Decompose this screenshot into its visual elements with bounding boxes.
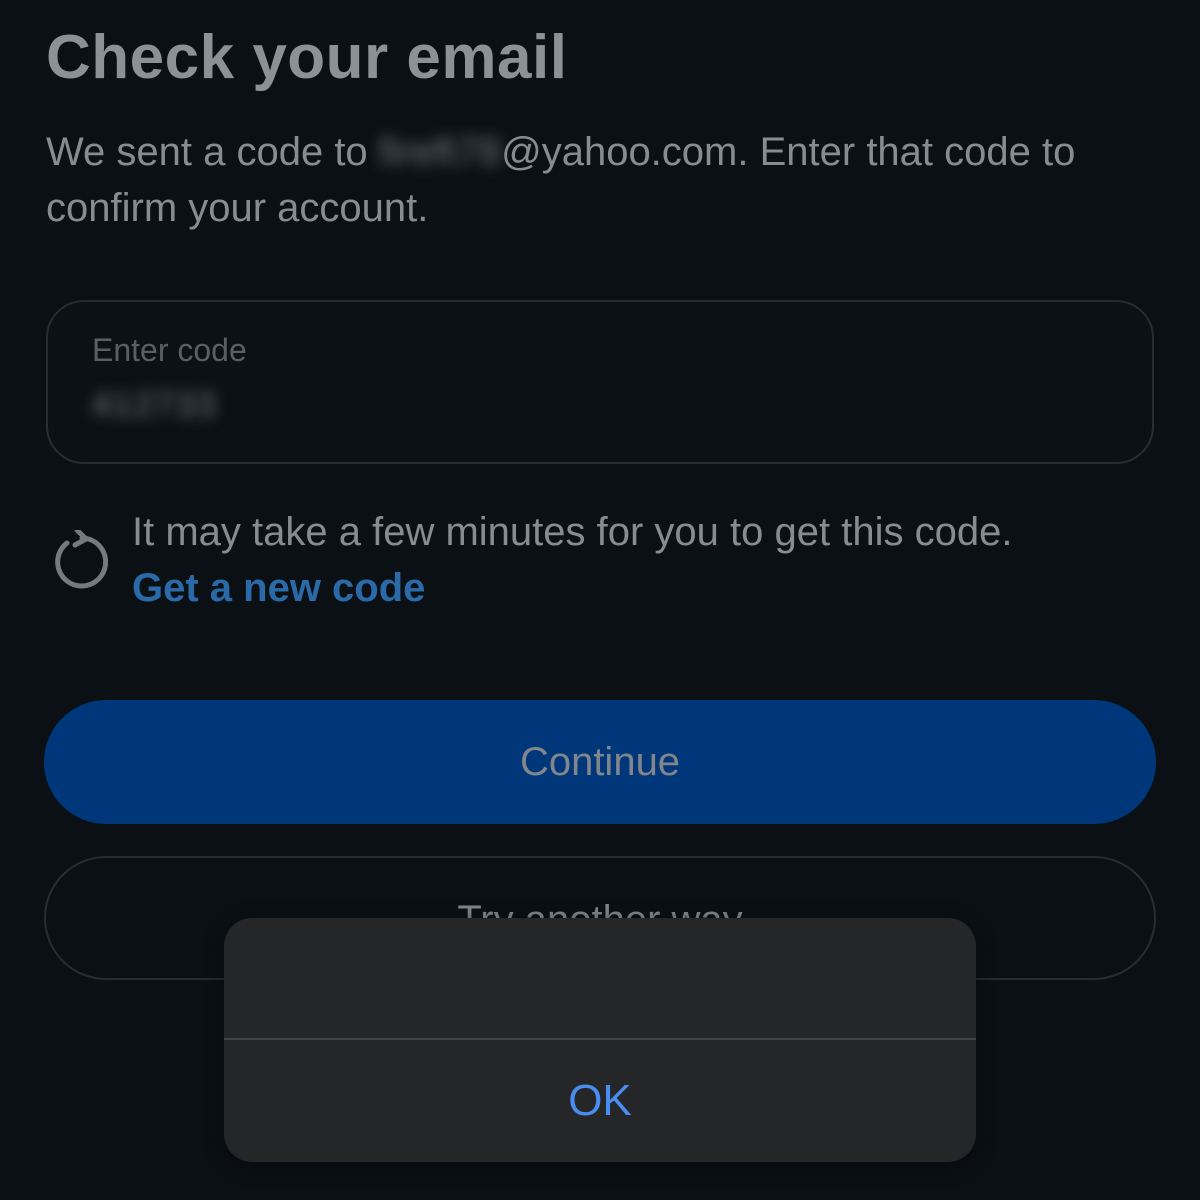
confirm-email-screen: Check your email We sent a code to firef… [0,0,1200,1200]
redacted-email-local: fireft78 [378,130,502,174]
alert-dialog: OK [224,918,976,1162]
alert-ok-button[interactable]: OK [224,1040,976,1162]
alert-body [224,918,976,1038]
code-input[interactable] [48,302,1156,464]
page-title: Check your email [46,23,568,92]
continue-button[interactable]: Continue [44,700,1156,824]
instruction-text: We sent a code to fireft78@yahoo.com. En… [46,124,1166,236]
get-new-code-link[interactable]: Get a new code [132,566,425,611]
hint-text: It may take a few minutes for you to get… [132,510,1013,554]
email-domain: @yahoo.com [501,130,738,174]
code-field[interactable]: Enter code 412733 [46,300,1156,464]
code-hint: It may take a few minutes for you to get… [46,508,1166,618]
refresh-icon [55,530,108,589]
instruction-prefix: We sent a code to [46,130,379,174]
